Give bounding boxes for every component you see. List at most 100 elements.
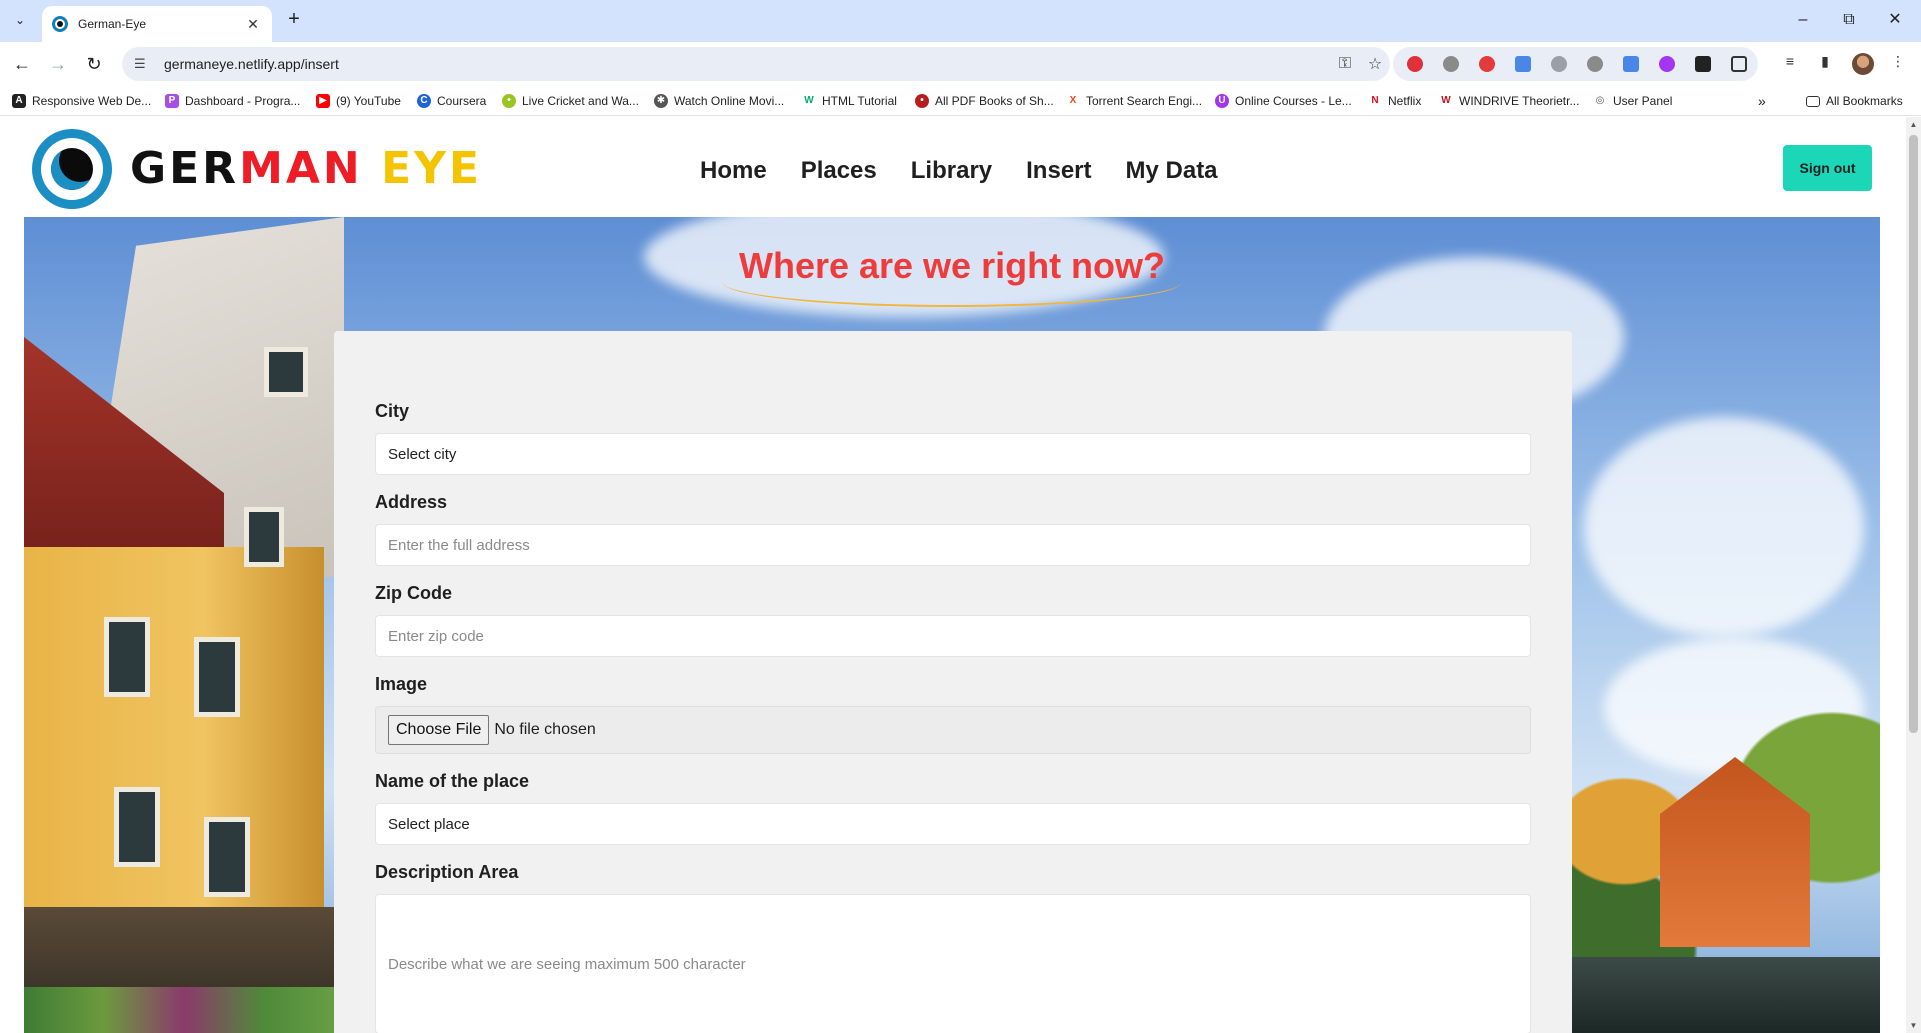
bookmark-item[interactable]: ◎ User Panel xyxy=(1593,92,1673,110)
city-select[interactable]: Select city xyxy=(375,433,1531,475)
bookmark-item[interactable]: X Torrent Search Engi... xyxy=(1066,92,1202,110)
bookmark-item[interactable]: A Responsive Web De... xyxy=(12,92,151,110)
address-bar[interactable]: ☰ germaneye.netlify.app/insert ⚿ ☆ xyxy=(122,47,1390,81)
bookmarks-overflow-icon[interactable]: » xyxy=(1758,92,1766,110)
bookmark-item[interactable]: P Dashboard - Progra... xyxy=(165,92,300,110)
udemy-icon: U xyxy=(1215,94,1229,108)
close-window-icon[interactable]: ✕ xyxy=(1872,6,1918,34)
translate-extension-icon[interactable] xyxy=(1515,56,1531,72)
youtube-icon: ▶ xyxy=(316,94,330,108)
bookmark-item[interactable]: ✱ Watch Online Movi... xyxy=(654,92,784,110)
hero-title-underline xyxy=(722,257,1182,307)
scroll-up-arrow-icon[interactable]: ▲ xyxy=(1906,117,1921,132)
bookmark-item[interactable]: W HTML Tutorial xyxy=(802,92,897,110)
bookmark-item[interactable]: • All PDF Books of Sh... xyxy=(915,92,1054,110)
all-bookmarks-button[interactable]: All Bookmarks xyxy=(1806,92,1903,110)
address-input[interactable]: Enter the full address xyxy=(375,524,1531,566)
logo-text-eye: EYE xyxy=(381,143,483,194)
back-arrow-icon[interactable]: ← xyxy=(8,50,36,78)
sign-out-button[interactable]: Sign out xyxy=(1783,145,1872,191)
password-key-icon[interactable]: ⚿ xyxy=(1330,55,1360,73)
extension-icon[interactable] xyxy=(1479,56,1495,72)
image-file-input[interactable]: Choose File No file chosen xyxy=(375,706,1531,754)
bookmark-star-icon[interactable]: ☆ xyxy=(1360,54,1390,74)
building-window xyxy=(114,787,160,867)
tab-search-chevron-icon[interactable]: ⌄ xyxy=(8,8,32,32)
nav-my-data[interactable]: My Data xyxy=(1126,157,1218,185)
description-label: Description Area xyxy=(375,862,519,882)
city-label: City xyxy=(375,401,410,421)
scrollbar-thumb[interactable] xyxy=(1909,135,1918,733)
logo-text-man: MAN xyxy=(239,143,363,194)
bookmark-item[interactable]: • Live Cricket and Wa... xyxy=(502,92,639,110)
eye-logo-icon[interactable] xyxy=(32,129,112,209)
choose-file-button[interactable]: Choose File xyxy=(388,715,490,745)
browser-tab[interactable]: German-Eye ✕ xyxy=(42,6,272,42)
extension-icon[interactable] xyxy=(1551,56,1567,72)
reload-icon[interactable]: ↻ xyxy=(80,50,108,78)
nav-insert[interactable]: Insert xyxy=(1026,157,1091,185)
main-nav: Home Places Library Insert My Data xyxy=(700,157,1218,185)
bookmark-item[interactable]: C Coursera xyxy=(417,92,486,110)
balcony-plants xyxy=(24,987,344,1033)
w3schools-icon: W xyxy=(804,95,814,106)
extension-icon[interactable] xyxy=(1695,56,1711,72)
hero-background: Where are we right now? City Select city… xyxy=(24,217,1880,1033)
extensions-area xyxy=(1393,47,1758,81)
page: GERMAN EYE Home Places Library Insert My… xyxy=(0,117,1906,1033)
place-label: Name of the place xyxy=(375,771,530,791)
bookmark-label: All PDF Books of Sh... xyxy=(935,94,1054,108)
extension-icon[interactable] xyxy=(1659,56,1675,72)
bookmark-label: Netflix xyxy=(1388,94,1422,108)
bookmark-label: WINDRIVE Theorietr... xyxy=(1459,94,1580,108)
nav-library[interactable]: Library xyxy=(911,157,992,185)
profile-avatar[interactable] xyxy=(1852,53,1874,75)
extension-icon[interactable] xyxy=(1587,56,1603,72)
scroll-down-arrow-icon[interactable]: ▼ xyxy=(1906,1018,1921,1033)
bookmark-favicon-icon: P xyxy=(165,94,179,108)
nav-places[interactable]: Places xyxy=(801,157,877,185)
bookmark-item[interactable]: W WINDRIVE Theorietr... xyxy=(1439,92,1579,110)
forward-arrow-icon[interactable]: → xyxy=(44,50,72,78)
zip-input[interactable]: Enter zip code xyxy=(375,615,1531,657)
zip-field: Zip Code Enter zip code xyxy=(375,583,1531,657)
bookmark-label: (9) YouTube xyxy=(336,94,401,108)
site-settings-icon[interactable]: ☰ xyxy=(134,56,154,72)
nav-home[interactable]: Home xyxy=(700,157,767,185)
bookmark-label: Online Courses - Le... xyxy=(1235,94,1352,108)
extensions-puzzle-icon[interactable] xyxy=(1731,56,1747,72)
close-tab-icon[interactable]: ✕ xyxy=(244,16,262,33)
more-menu-icon[interactable]: ⋮ xyxy=(1888,53,1908,73)
site-header: GERMAN EYE Home Places Library Insert My… xyxy=(0,117,1906,217)
site-favicon-icon xyxy=(52,16,68,32)
image-label: Image xyxy=(375,674,428,694)
bookmark-favicon-icon: X xyxy=(1069,95,1077,106)
address-label: Address xyxy=(375,492,448,512)
bookmarks-bar: A Responsive Web De... P Dashboard - Progr… xyxy=(0,84,1921,116)
all-bookmarks-label: All Bookmarks xyxy=(1826,94,1903,108)
bookmark-item[interactable]: U Online Courses - Le... xyxy=(1215,92,1352,110)
adblock-extension-icon[interactable] xyxy=(1407,56,1423,72)
site-logo[interactable]: GERMAN EYE xyxy=(130,145,482,193)
url-text[interactable]: germaneye.netlify.app/insert xyxy=(164,56,1330,72)
restore-icon[interactable]: ⧉ xyxy=(1826,6,1872,34)
bookmark-favicon-icon: A xyxy=(12,94,26,108)
bookmark-label: Live Cricket and Wa... xyxy=(522,94,639,108)
new-tab-plus-icon[interactable]: + xyxy=(282,8,306,32)
place-field: Name of the place Select place xyxy=(375,771,1531,845)
description-textarea[interactable]: Describe what we are seeing maximum 500 … xyxy=(375,894,1531,1033)
bookmark-label: Watch Online Movi... xyxy=(674,94,785,108)
extension-icon[interactable] xyxy=(1623,56,1639,72)
reading-list-icon[interactable]: ≡ xyxy=(1780,53,1800,73)
place-select[interactable]: Select place xyxy=(375,803,1531,845)
building-window xyxy=(104,617,150,697)
bookmark-item[interactable]: ▶ (9) YouTube xyxy=(316,92,401,110)
side-panel-icon[interactable]: ▮ xyxy=(1815,53,1835,73)
netflix-icon: N xyxy=(1371,95,1379,106)
building-window xyxy=(204,817,250,897)
description-field: Description Area Describe what we are se… xyxy=(375,862,1531,1033)
bookmark-item[interactable]: N Netflix xyxy=(1368,92,1421,110)
image-field: Image Choose File No file chosen xyxy=(375,674,1531,754)
extension-icon[interactable] xyxy=(1443,56,1459,72)
minimize-icon[interactable]: – xyxy=(1780,6,1826,34)
